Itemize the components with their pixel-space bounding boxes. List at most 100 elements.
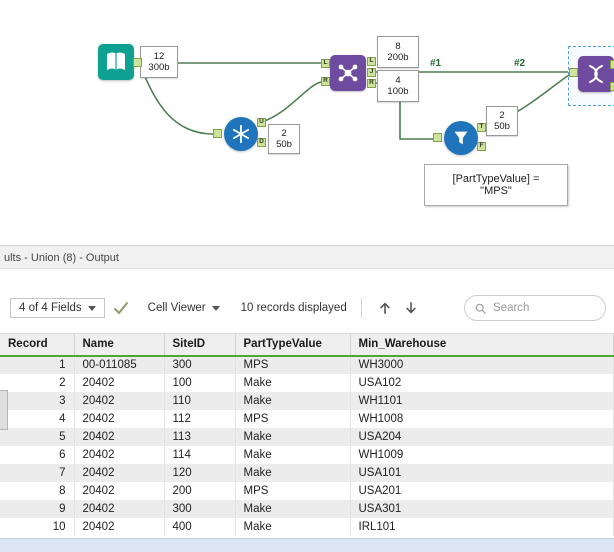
cell-record[interactable]: 3 xyxy=(0,391,75,410)
filter-expression-comment[interactable]: [PartTypeValue] = "MPS" xyxy=(424,164,568,206)
cell-parttypevalue[interactable]: Make xyxy=(235,391,351,410)
cell-name[interactable]: 20402 xyxy=(74,373,165,392)
cell-record[interactable]: 7 xyxy=(0,463,75,482)
cell-siteid[interactable]: 120 xyxy=(164,463,236,482)
search-input[interactable] xyxy=(491,301,595,315)
cell-min-warehouse[interactable]: USA301 xyxy=(350,499,614,518)
cell-siteid[interactable]: 112 xyxy=(164,409,236,428)
table-row[interactable]: 10 20402 400 Make IRL101 xyxy=(0,517,614,536)
join-input-anchor-l[interactable]: L xyxy=(321,59,330,68)
cell-name[interactable]: 20402 xyxy=(74,427,165,446)
table-row[interactable]: 2 20402 100 Make USA102 xyxy=(0,373,614,392)
annotation-join-top[interactable]: 8 200b xyxy=(377,36,419,68)
table-row[interactable]: 4 20402 112 MPS WH1008 xyxy=(0,409,614,428)
cell-min-warehouse[interactable]: IRL101 xyxy=(350,517,614,536)
table-row[interactable]: 3 20402 110 Make WH1101 xyxy=(0,391,614,410)
cell-record[interactable]: 4 xyxy=(0,409,75,428)
workflow-canvas[interactable]: #1 #2 12 300b U D 2 50b L R L J R 8 200b… xyxy=(0,0,614,245)
cell-siteid[interactable]: 100 xyxy=(164,373,236,392)
cell-siteid[interactable]: 300 xyxy=(164,355,236,374)
wire-unique-to-join[interactable] xyxy=(261,81,322,123)
cell-name[interactable]: 20402 xyxy=(74,499,165,518)
join-output-anchor-l[interactable]: L xyxy=(367,57,376,66)
filter-output-anchor-f[interactable]: F xyxy=(477,142,486,151)
column-header-name[interactable]: Name xyxy=(74,333,165,357)
unique-input-anchor[interactable] xyxy=(213,129,222,138)
filter-tool[interactable] xyxy=(444,121,478,155)
cell-min-warehouse[interactable]: USA101 xyxy=(350,463,614,482)
cell-parttypevalue[interactable]: MPS xyxy=(235,481,351,500)
cell-record[interactable]: 9 xyxy=(0,499,75,518)
cell-name[interactable]: 20402 xyxy=(74,481,165,500)
cell-name[interactable]: 20402 xyxy=(74,445,165,464)
cell-parttypevalue[interactable]: Make xyxy=(235,373,351,392)
cell-siteid[interactable]: 110 xyxy=(164,391,236,410)
cell-parttypevalue[interactable]: Make xyxy=(235,517,351,536)
cell-parttypevalue[interactable]: Make xyxy=(235,499,351,518)
annotation-filter[interactable]: 2 50b xyxy=(486,106,518,136)
cell-min-warehouse[interactable]: USA102 xyxy=(350,373,614,392)
cell-min-warehouse[interactable]: USA201 xyxy=(350,481,614,500)
column-header-min-warehouse[interactable]: Min_Warehouse xyxy=(350,333,614,357)
cell-parttypevalue[interactable]: Make xyxy=(235,427,351,446)
fields-dropdown[interactable]: 4 of 4 Fields xyxy=(10,298,105,318)
join-output-anchor-r[interactable]: R xyxy=(367,79,376,88)
join-tool[interactable] xyxy=(330,55,366,91)
input-output-anchor[interactable] xyxy=(133,58,142,67)
cell-siteid[interactable]: 200 xyxy=(164,481,236,500)
annotation-unique[interactable]: 2 50b xyxy=(268,124,300,154)
annotation-input[interactable]: 12 300b xyxy=(140,46,178,78)
union-output-anchor-bottom[interactable] xyxy=(610,82,614,91)
filter-output-anchor-t[interactable]: T xyxy=(477,123,486,132)
cell-min-warehouse[interactable]: USA204 xyxy=(350,427,614,446)
cell-name[interactable]: 20402 xyxy=(74,391,165,410)
cell-name[interactable]: 00-011085 xyxy=(74,355,165,374)
table-row[interactable]: 7 20402 120 Make USA101 xyxy=(0,463,614,482)
table-row[interactable]: 5 20402 113 Make USA204 xyxy=(0,427,614,446)
cell-record[interactable]: 1 xyxy=(0,355,75,374)
unique-tool[interactable] xyxy=(224,117,258,151)
cell-name[interactable]: 20402 xyxy=(74,409,165,428)
table-row[interactable]: 9 20402 300 Make USA301 xyxy=(0,499,614,518)
unique-output-anchor-d[interactable]: D xyxy=(257,138,266,147)
cell-parttypevalue[interactable]: Make xyxy=(235,463,351,482)
union-input-anchor[interactable] xyxy=(569,68,578,77)
cell-siteid[interactable]: 113 xyxy=(164,427,236,446)
column-header-siteid[interactable]: SiteID xyxy=(164,333,236,357)
annotation-join-bottom[interactable]: 4 100b xyxy=(377,70,419,102)
cell-viewer-dropdown[interactable]: Cell Viewer xyxy=(138,298,229,318)
search-box[interactable] xyxy=(464,295,606,321)
union-output-anchor-top[interactable] xyxy=(610,60,614,69)
join-output-anchor-j[interactable]: J xyxy=(367,68,376,77)
cell-siteid[interactable]: 114 xyxy=(164,445,236,464)
filter-input-anchor[interactable] xyxy=(433,133,442,142)
table-row[interactable]: 6 20402 114 Make WH1009 xyxy=(0,445,614,464)
cell-min-warehouse[interactable]: WH1101 xyxy=(350,391,614,410)
cell-record[interactable]: 8 xyxy=(0,481,75,500)
union-tool[interactable] xyxy=(578,56,614,92)
cell-record[interactable]: 5 xyxy=(0,427,75,446)
cell-min-warehouse[interactable]: WH3000 xyxy=(350,355,614,374)
collapsed-panel-handle[interactable] xyxy=(0,390,8,430)
column-header-parttypevalue[interactable]: PartTypeValue xyxy=(235,333,351,357)
cell-siteid[interactable]: 400 xyxy=(164,517,236,536)
cell-parttypevalue[interactable]: MPS xyxy=(235,355,351,374)
next-record-button[interactable] xyxy=(402,299,420,317)
apply-check-icon[interactable] xyxy=(113,300,131,316)
cell-parttypevalue[interactable]: MPS xyxy=(235,409,351,428)
cell-name[interactable]: 20402 xyxy=(74,517,165,536)
input-data-tool[interactable] xyxy=(98,44,134,80)
cell-record[interactable]: 10 xyxy=(0,517,75,536)
table-row[interactable]: 1 00-011085 300 MPS WH3000 xyxy=(0,355,614,374)
cell-min-warehouse[interactable]: WH1009 xyxy=(350,445,614,464)
previous-record-button[interactable] xyxy=(376,299,394,317)
cell-siteid[interactable]: 300 xyxy=(164,499,236,518)
cell-parttypevalue[interactable]: Make xyxy=(235,445,351,464)
unique-output-anchor-u[interactable]: U xyxy=(257,118,266,127)
join-input-anchor-r[interactable]: R xyxy=(321,77,330,86)
cell-record[interactable]: 6 xyxy=(0,445,75,464)
cell-min-warehouse[interactable]: WH1008 xyxy=(350,409,614,428)
table-row[interactable]: 8 20402 200 MPS USA201 xyxy=(0,481,614,500)
cell-record[interactable]: 2 xyxy=(0,373,75,392)
cell-name[interactable]: 20402 xyxy=(74,463,165,482)
